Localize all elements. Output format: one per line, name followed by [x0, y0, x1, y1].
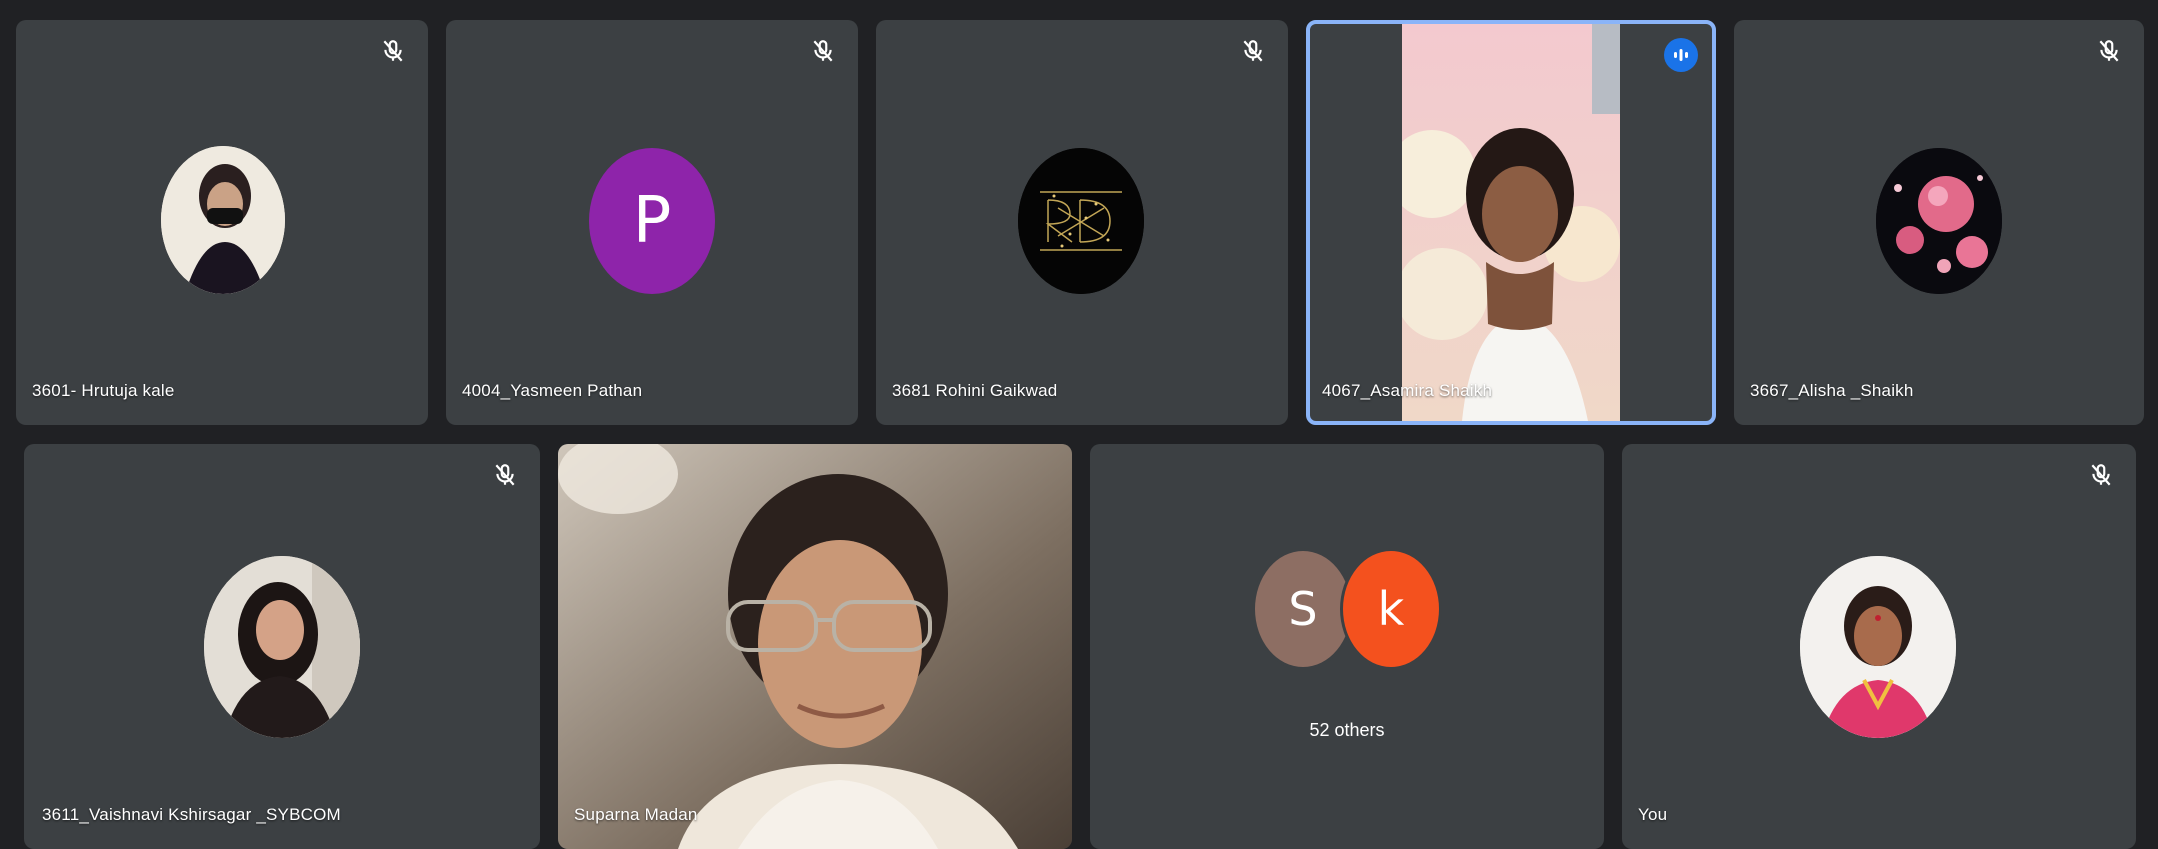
participant-tile[interactable]: Suparna Madan — [558, 444, 1072, 849]
mic-off-icon — [2091, 464, 2111, 486]
participant-tile-active-speaker[interactable]: 4067_Asamira Shaikh — [1306, 20, 1716, 425]
participant-tile[interactable]: 3681 Rohini Gaikwad — [876, 20, 1288, 425]
mic-off-icon — [813, 40, 833, 62]
mic-off-icon — [383, 40, 403, 62]
meeting-grid: 3601- Hrutuja kale P 4004_Yasmeen Pathan — [0, 0, 2158, 849]
participant-name: 3667_Alisha _Shaikh — [1750, 381, 1914, 400]
participant-name: 4067_Asamira Shaikh — [1322, 381, 1493, 400]
avatar-initial: P — [589, 148, 715, 294]
participant-name: Suparna Madan — [574, 805, 698, 824]
avatar-logo — [1018, 148, 1144, 294]
others-tile[interactable]: S k 52 others — [1090, 444, 1604, 849]
avatar — [161, 146, 285, 294]
avatar — [1800, 556, 1956, 738]
participant-name: 4004_Yasmeen Pathan — [462, 381, 643, 400]
participant-tile[interactable]: 3601- Hrutuja kale — [16, 20, 428, 425]
participant-name: You — [1638, 805, 1668, 824]
participant-video — [1402, 24, 1620, 421]
participant-name: 3601- Hrutuja kale — [32, 381, 175, 400]
participant-video — [558, 444, 1072, 849]
others-count-label: 52 others — [1309, 720, 1385, 740]
mic-off-icon — [1243, 40, 1263, 62]
participant-name: 3681 Rohini Gaikwad — [892, 381, 1058, 400]
mic-off-icon — [495, 464, 515, 486]
avatar-planets — [1876, 148, 2002, 294]
avatar-initial: k — [1340, 548, 1442, 670]
participant-tile[interactable]: 3611_Vaishnavi Kshirsagar _SYBCOM — [24, 444, 540, 849]
participant-tile[interactable]: P 4004_Yasmeen Pathan — [446, 20, 858, 425]
mic-off-icon — [2099, 40, 2119, 62]
participant-tile[interactable]: 3667_Alisha _Shaikh — [1734, 20, 2144, 425]
avatar — [204, 556, 360, 738]
audio-wave-icon — [1664, 38, 1698, 72]
participant-name: 3611_Vaishnavi Kshirsagar _SYBCOM — [42, 805, 341, 824]
self-tile[interactable]: You — [1622, 444, 2136, 849]
avatar-initial: S — [1252, 548, 1354, 670]
